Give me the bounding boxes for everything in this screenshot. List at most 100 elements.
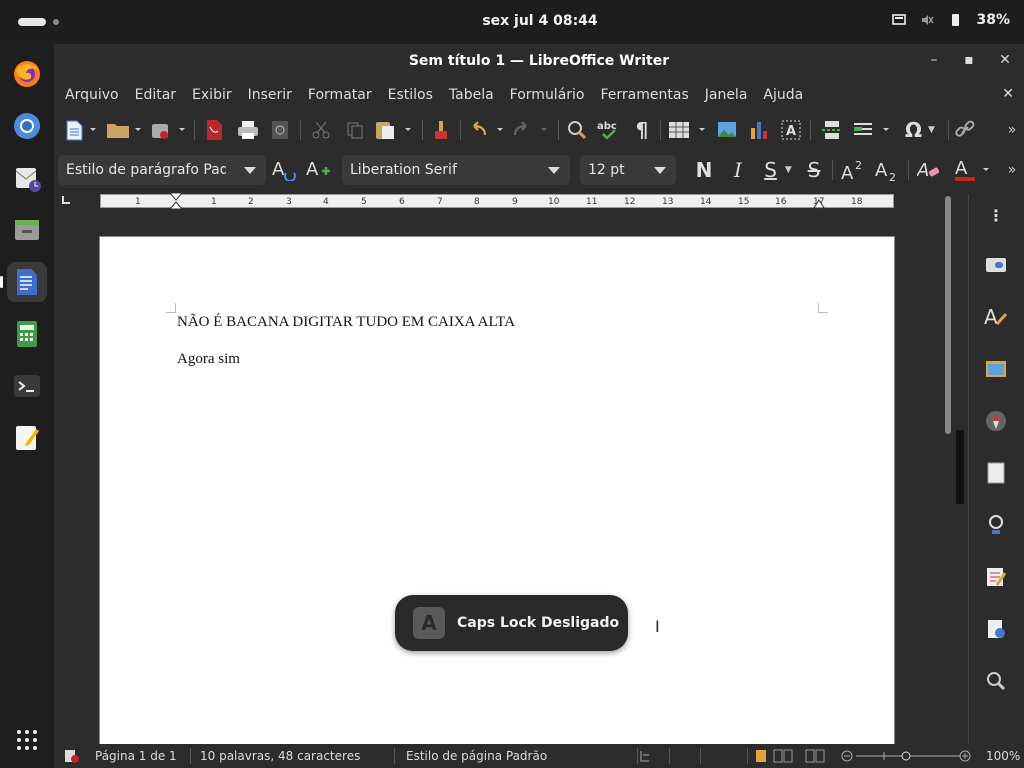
system-tray[interactable]: 38% [892, 12, 1010, 28]
underline-button[interactable]: S ▼ [756, 158, 800, 182]
menu-editar[interactable]: Editar [135, 87, 176, 103]
formatting-marks-icon[interactable]: ¶ [630, 118, 654, 142]
superscript-icon[interactable]: A2 [840, 158, 868, 182]
paragraph-style-combo[interactable]: Estilo de parágrafo Padrão [58, 155, 266, 185]
new-document-icon[interactable] [62, 118, 100, 142]
ruler-tick: 1 [135, 197, 141, 207]
subscript-icon[interactable]: A2 [874, 158, 902, 182]
insert-table-icon[interactable] [666, 118, 710, 142]
zoom-level[interactable]: 100% [986, 749, 1020, 763]
clear-formatting-icon[interactable]: A [916, 158, 942, 182]
font-color-icon[interactable]: A [952, 158, 996, 182]
cut-icon[interactable] [308, 118, 334, 142]
insert-page-break-icon[interactable] [818, 118, 846, 142]
paste-icon[interactable] [372, 118, 416, 142]
menu-janela[interactable]: Janela [705, 87, 748, 103]
tab-stop-selector[interactable] [62, 196, 70, 204]
scrollbar-thumb[interactable] [945, 196, 951, 434]
menu-ajuda[interactable]: Ajuda [763, 87, 803, 103]
find-replace-icon[interactable] [564, 118, 590, 142]
italic-button[interactable]: I [726, 158, 750, 182]
font-name-combo[interactable]: Liberation Serif [342, 155, 570, 185]
app-grid-icon[interactable] [7, 720, 47, 760]
print-icon[interactable] [234, 118, 262, 142]
gallery-icon[interactable] [983, 356, 1009, 382]
menu-formulario[interactable]: Formulário [510, 87, 585, 103]
insert-image-icon[interactable] [714, 118, 740, 142]
menu-arquivo[interactable]: Arquivo [65, 87, 119, 103]
mail-icon[interactable] [7, 158, 47, 198]
clock[interactable]: sex jul 4 08:44 [0, 13, 1024, 29]
document-modified-icon[interactable] [64, 749, 80, 763]
spelling-icon[interactable]: abc [596, 118, 624, 142]
document-area[interactable]: NÃO É BACANA DIGITAR TUDO EM CAIXA ALTA … [54, 214, 940, 744]
firefox-icon[interactable] [7, 54, 47, 94]
export-pdf-icon[interactable] [202, 118, 226, 142]
menu-ferramentas[interactable]: Ferramentas [601, 87, 689, 103]
save-icon[interactable] [148, 118, 188, 142]
menu-exibir[interactable]: Exibir [192, 87, 232, 103]
bold-button[interactable]: N [692, 158, 716, 182]
close-button[interactable]: ✕ [995, 52, 1015, 72]
insert-field-icon[interactable] [850, 118, 894, 142]
menu-tabela[interactable]: Tabela [449, 87, 494, 103]
sidebar-collapse-handle[interactable] [956, 430, 964, 504]
ruler-tick: 1 [211, 197, 217, 207]
indent-marker[interactable] [169, 192, 183, 210]
paragraph[interactable]: NÃO É BACANA DIGITAR TUDO EM CAIXA ALTA [177, 314, 515, 331]
page-count[interactable]: Página 1 de 1 [95, 749, 177, 763]
clone-formatting-icon[interactable] [428, 118, 454, 142]
page-icon[interactable] [983, 460, 1009, 486]
font-size-combo[interactable]: 12 pt [580, 155, 676, 185]
view-layout-icons[interactable] [754, 748, 830, 764]
horizontal-ruler[interactable]: 1 1 2 3 4 5 6 7 8 9 10 11 12 13 14 15 16… [100, 192, 894, 210]
zoom-slider[interactable] [840, 748, 972, 764]
update-style-icon[interactable]: A [270, 158, 298, 182]
selection-mode-icon[interactable] [639, 749, 663, 763]
navigator-icon[interactable] [983, 408, 1009, 434]
toolbar-overflow-icon[interactable]: » [1004, 118, 1020, 142]
undo-icon[interactable] [466, 118, 508, 142]
new-style-icon[interactable]: A [304, 158, 332, 182]
styles-icon[interactable]: A [983, 304, 1009, 330]
print-preview-icon[interactable] [268, 118, 292, 142]
insert-chart-icon[interactable] [746, 118, 772, 142]
menu-estilos[interactable]: Estilos [388, 87, 433, 103]
menu-inserir[interactable]: Inserir [248, 87, 292, 103]
maximize-button[interactable]: ▪ [959, 52, 979, 72]
open-folder-icon[interactable] [104, 118, 144, 142]
page-style[interactable]: Estilo de página Padrão [406, 749, 547, 763]
calc-icon[interactable] [7, 314, 47, 354]
paragraph[interactable]: Agora sim [177, 351, 240, 368]
manage-changes-icon[interactable] [983, 564, 1009, 590]
insert-hyperlink-icon[interactable] [952, 118, 978, 142]
chromium-icon[interactable] [7, 106, 47, 146]
sidebar-menu-icon[interactable]: ⋮ [983, 202, 1009, 228]
strikethrough-button[interactable]: S [802, 158, 826, 182]
close-document-button[interactable]: ✕ [1002, 86, 1014, 102]
ruler-tick: 13 [662, 197, 674, 207]
writer-icon[interactable] [0, 262, 47, 302]
word-count[interactable]: 10 palavras, 48 caracteres [200, 749, 360, 763]
text-editor-icon[interactable] [7, 418, 47, 458]
find-icon[interactable] [983, 668, 1009, 694]
vertical-scrollbar[interactable] [940, 194, 956, 744]
design-icon[interactable] [983, 616, 1009, 642]
svg-text:A: A [875, 160, 888, 181]
insert-special-character-icon[interactable]: Ω ▼ [898, 118, 942, 142]
style-inspector-icon[interactable] [983, 512, 1009, 538]
insert-text-box-icon[interactable]: A [778, 118, 804, 142]
terminal-icon[interactable] [7, 366, 47, 406]
title-bar[interactable]: Sem título 1 — LibreOffice Writer – ▪ ✕ [54, 44, 1024, 80]
right-indent-marker[interactable] [813, 199, 825, 209]
copy-icon[interactable] [342, 118, 368, 142]
redo-icon[interactable] [510, 118, 552, 142]
files-icon[interactable] [7, 210, 47, 250]
menu-formatar[interactable]: Formatar [308, 87, 372, 103]
separator [422, 120, 423, 140]
minimize-button[interactable]: – [924, 52, 944, 72]
bold-label: N [695, 158, 713, 182]
toolbar-overflow-icon[interactable]: » [1004, 158, 1020, 182]
document-page[interactable]: NÃO É BACANA DIGITAR TUDO EM CAIXA ALTA … [99, 236, 895, 744]
properties-icon[interactable] [983, 252, 1009, 278]
